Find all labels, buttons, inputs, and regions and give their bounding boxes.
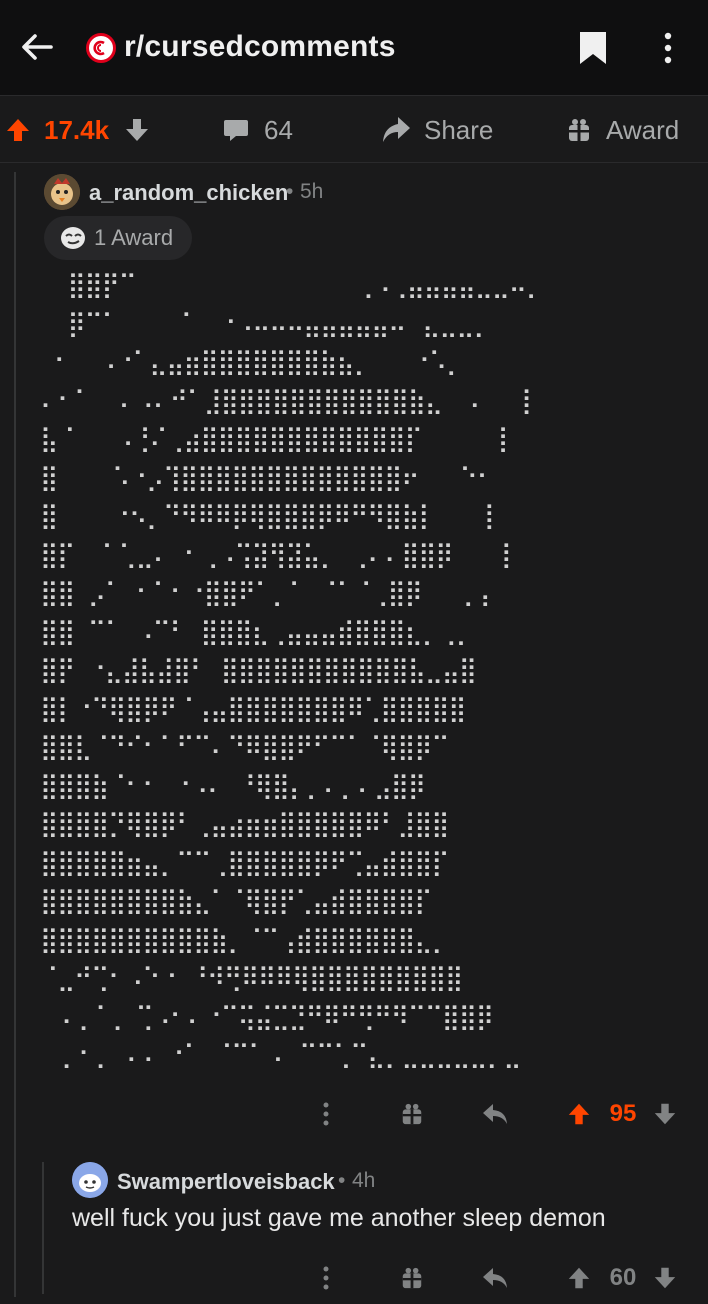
- comment-score: 95: [609, 1100, 637, 1127]
- upvote-icon[interactable]: [4, 116, 32, 144]
- more-options-icon[interactable]: [316, 1100, 336, 1128]
- comment-toolbar: 95: [300, 1094, 700, 1134]
- award-button[interactable]: Award: [566, 97, 679, 163]
- comment-toolbar: 60: [300, 1258, 700, 1298]
- art-line: ⣿⣿⣿⣿⣿⣶⣤⡀⠉⠉⢀⣿⣿⣿⣿⣿⡿⠟⢉⣤⣾⣿⣿⡏: [40, 847, 450, 877]
- art-line: ⢀⠐⢀ ⠠⠠ ⠐⠁ ⠈⠉⠁⠠⠀⠉⠉⢁⠉⣄⡀⣀⣀⣀⣀⣀⡀⣀: [40, 1040, 522, 1069]
- art-line: ⣿⣿⣿⣿⡙⢿⣿⡿⠃⢀⣤⣴⣶⣶⣿⣿⣿⣿⣿⠿⠃⣸⣿⣿: [40, 809, 450, 838]
- art-line: ⠄⠂⠁ ⠄⠠⠄⠚⠁⣸⣿⣿⣿⣿⣿⣿⣿⣿⣿⣿⣿⣷⣄ ⠄ ⢸: [40, 385, 532, 415]
- upvote-icon[interactable]: [564, 1098, 594, 1130]
- art-line: ⣿⣿⣿⣿⣿⣿⣿⣿⣷⣄⠁⠈⢿⣿⡟⢁⣤⣾⣿⣿⣿⣿⡏: [40, 886, 433, 915]
- thread-line[interactable]: [14, 172, 16, 1297]
- chicken-avatar-icon: [44, 174, 80, 210]
- comment-body: well fuck you just gave me another sleep…: [72, 1204, 606, 1232]
- gift-icon[interactable]: [398, 1264, 426, 1292]
- comment-author[interactable]: Swampertloveisback: [117, 1169, 335, 1195]
- award-face-icon: [61, 227, 85, 249]
- art-line: ⣿⡇⠐⠙⢿⣿⡿⠟⠈⢠⣤⣿⣿⣿⣿⣿⣿⣿⠿⢁⣿⣿⣿⣿⣿: [40, 693, 467, 723]
- more-vertical-icon[interactable]: [654, 30, 682, 66]
- art-line: ⣿⣿⡟⠉ ⢀⠠⢀⣤⣤⣤⣤⣀⣀⠤⡀: [40, 270, 544, 299]
- comment-icon: [224, 120, 248, 141]
- gift-icon: [569, 119, 589, 141]
- bookmark-icon[interactable]: [577, 30, 609, 66]
- more-options-icon[interactable]: [316, 1264, 336, 1292]
- post-action-bar: 17.4k 64 Share Award: [0, 97, 708, 163]
- subreddit-logo-icon[interactable]: [86, 33, 116, 63]
- reply-icon[interactable]: [480, 1100, 510, 1128]
- downvote-icon[interactable]: [650, 1262, 680, 1294]
- comment-age: 4h: [352, 1169, 376, 1192]
- top-app-bar: r/cursedcomments: [0, 0, 708, 96]
- gift-icon[interactable]: [398, 1100, 426, 1128]
- thread-line-nested[interactable]: [42, 1162, 44, 1294]
- comment-count: 64: [264, 114, 293, 145]
- art-line: ⣿⣿⣿⣷⠈⠂⠂ ⠐⠠⠄ ⠘⢿⣿⡄⡀⠄⡀⠄⣠⣿⡿: [40, 770, 426, 800]
- upvote-icon[interactable]: [564, 1262, 594, 1294]
- comment-age: 5h: [300, 180, 324, 203]
- share-label: Share: [424, 114, 494, 145]
- back-arrow-icon[interactable]: [20, 30, 54, 64]
- art-line: ⠈⣀⠚⢉⠂⠠⠑⠐ ⠘⠺⢛⠿⠿⠿⢿⣿⣿⣿⣿⣿⣿⣿⣿⣿: [40, 963, 463, 992]
- art-line: ⣿⣿⣿⣿⣿⣿⣿⣿⣿⣿⣷⡀⠈⠉⢠⣾⣿⣿⣿⣿⣿⣿⣄⡀: [40, 924, 450, 954]
- art-line: ⣿⣿ ⠉⠁ ⠠⠉⠃ ⣿⣿⣿⣆⢀⣤⣤⣤⣾⣿⣿⣿⣆⡀⢀⡀: [40, 616, 474, 646]
- avatar[interactable]: [44, 174, 80, 210]
- braille-ascii-art: ⣿⣿⡟⠉ ⢀⠠⢀⣤⣤⣤⣤⣀⣀⠤⡀ ⡿⠉⠁ ⠈ ⠐⠠⠤⠤⠤⣤⣤⣤⣤⣤⠤⠀⣄⣀⣀⡀ …: [40, 266, 620, 1076]
- art-line: ⡿⠉⠁ ⠈ ⠐⠠⠤⠤⠤⣤⣤⣤⣤⣤⠤⠀⣄⣀⣀⡀: [40, 308, 492, 338]
- reply-icon[interactable]: [480, 1264, 510, 1292]
- comment-score: 60: [609, 1264, 637, 1291]
- post-score: 17.4k: [44, 114, 110, 145]
- award-label: Award: [606, 114, 680, 145]
- art-line: ⣿⡟ ⠐⣄⣼⣧⣼⣿⠃ ⣿⣿⣿⣿⣿⣿⣿⣿⣿⣿⣿⣧⣀⣤⣿: [40, 655, 477, 684]
- art-line: ⠂ ⠠⠐⠁⣄⣤⣶⣿⣿⣿⣿⣿⣿⣿⣷⣦⡀ ⠐⠡⡀: [40, 347, 464, 376]
- art-line: ⣧⠈ ⠠⢘⠌⢀⣴⣿⣿⣿⣿⣿⣿⣿⣿⣿⣿⣿⣿⡏ ⢸: [40, 424, 509, 453]
- share-icon: [383, 117, 410, 142]
- subreddit-name[interactable]: r/cursedcomments: [124, 30, 396, 64]
- meta-separator: •: [286, 180, 294, 203]
- art-line: ⣿ ⠐⠢⡀⠙⠻⠿⠿⡿⢿⣿⣿⣿⡿⠿⠛⠻⣿⣷⡇ ⢸: [40, 501, 495, 530]
- share-button[interactable]: Share: [380, 97, 493, 163]
- downvote-icon[interactable]: [650, 1098, 680, 1130]
- avatar[interactable]: [72, 1162, 108, 1198]
- art-line: ⣿⡏ ⠁⢁⣀⠄ ⠂⢀⠠⢩⣽⢻⣽⣥⡀ ⢀⠄⠄⣿⣿⡿ ⢸: [40, 539, 512, 569]
- downvote-icon[interactable]: [123, 116, 151, 144]
- art-line: ⣿⣿⣇⠈⠙⠊⠂⠁⠋⠉⠄⠙⠿⣿⣿⠟⠋⠉⠁⠈⢿⣿⡿⠉: [40, 732, 450, 761]
- comments-button[interactable]: 64: [222, 97, 293, 163]
- art-line: ⠠⢀⠈⢀ ⢉⠠⠂⠄⠐⠉⢭⣬⣉⣙⠛⠿⠛⢛⠛⠻⠉⠉⣿⣿⡿: [40, 1001, 494, 1031]
- post-vote-group: 17.4k: [4, 97, 151, 163]
- snoo-avatar-icon: [72, 1162, 108, 1198]
- art-line: ⣿ ⠡⠐⡠⢹⣿⣿⣿⣿⣿⣿⣿⣿⣿⣿⣿⣿⣿⠖ ⠑⠂: [40, 462, 495, 492]
- art-line: ⣿⣿ ⡠⠁ ⠂⠁⠂⠐⣿⣿⠟⠁⡀⠁ ⠈⠁⠈⢀⣿⡿ ⡀⡄: [40, 578, 498, 607]
- comment-author[interactable]: a_random_chicken: [89, 180, 288, 206]
- award-count: 1 Award: [94, 225, 174, 250]
- award-badge[interactable]: 1 Award: [44, 216, 192, 260]
- meta-separator: •: [338, 1169, 346, 1192]
